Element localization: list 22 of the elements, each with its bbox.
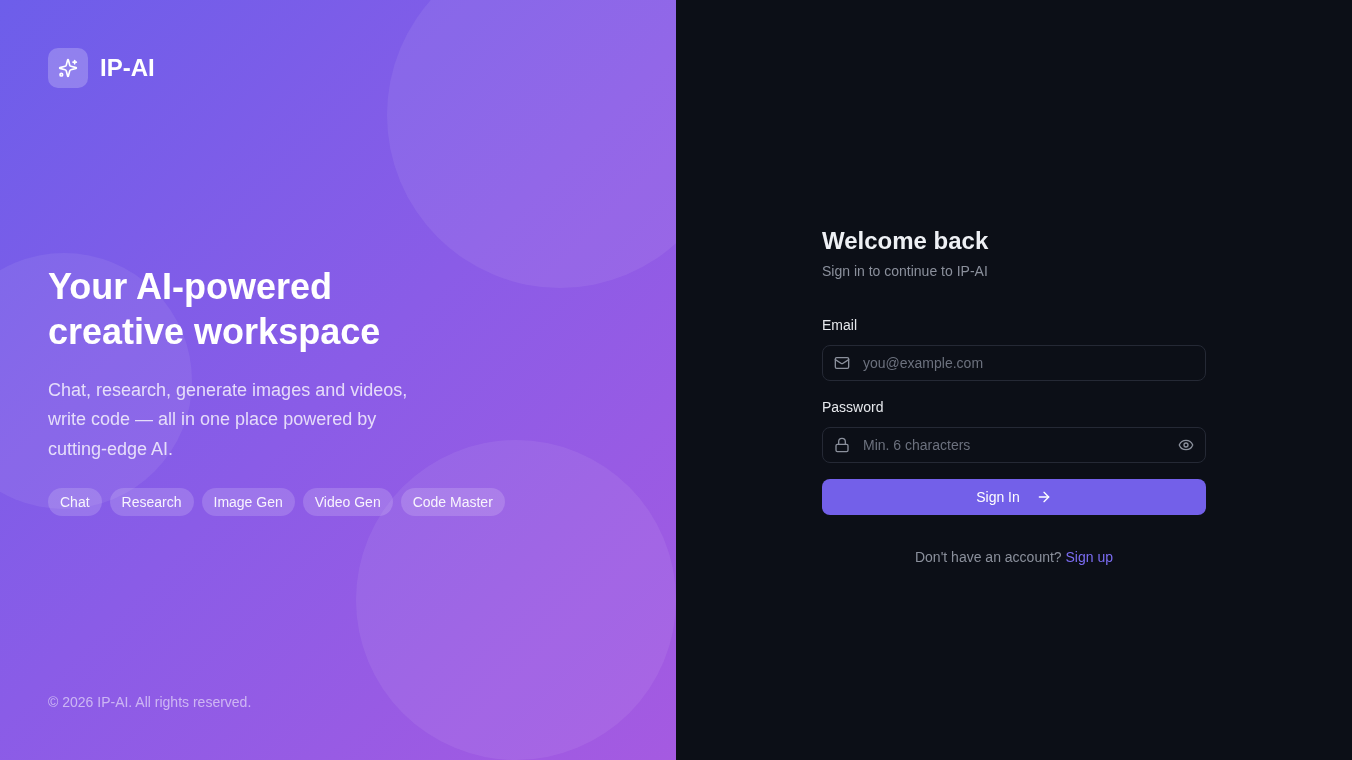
lock-icon [834,437,850,453]
eye-icon[interactable] [1178,437,1194,453]
feature-tag: Research [109,488,194,517]
email-field[interactable]: you@example.com [822,345,1206,381]
brand-name: IP-AI [100,53,155,83]
field-label: Email [822,316,858,335]
feature-tag: Chat [48,488,102,517]
form-title: Welcome back [822,226,990,256]
field-label: Password [822,398,885,417]
description: Chat, research, generate images and videos, write code — all in one place powered by cutting-edge AI. [48,378,409,461]
sparkle-icon [48,48,88,88]
password-field[interactable]: Min. 6 characters [822,427,1206,463]
headline: Your AI-powered creative workspace [48,264,382,354]
mail-icon [834,355,850,371]
feature-tag: Code Master [400,488,505,517]
signup-prompt: Don't have an account? [914,549,1062,565]
copyright-text: © 2026 IP-AI. All rights reserved. [48,694,252,710]
signup-link[interactable]: Sign up [1065,549,1113,565]
form-subtitle: Sign in to continue to IP-AI [822,262,989,281]
feature-tag: Image Gen [201,488,295,517]
feature-tag: Video Gen [302,488,393,517]
sign-in-button[interactable]: Sign In [822,479,1206,515]
